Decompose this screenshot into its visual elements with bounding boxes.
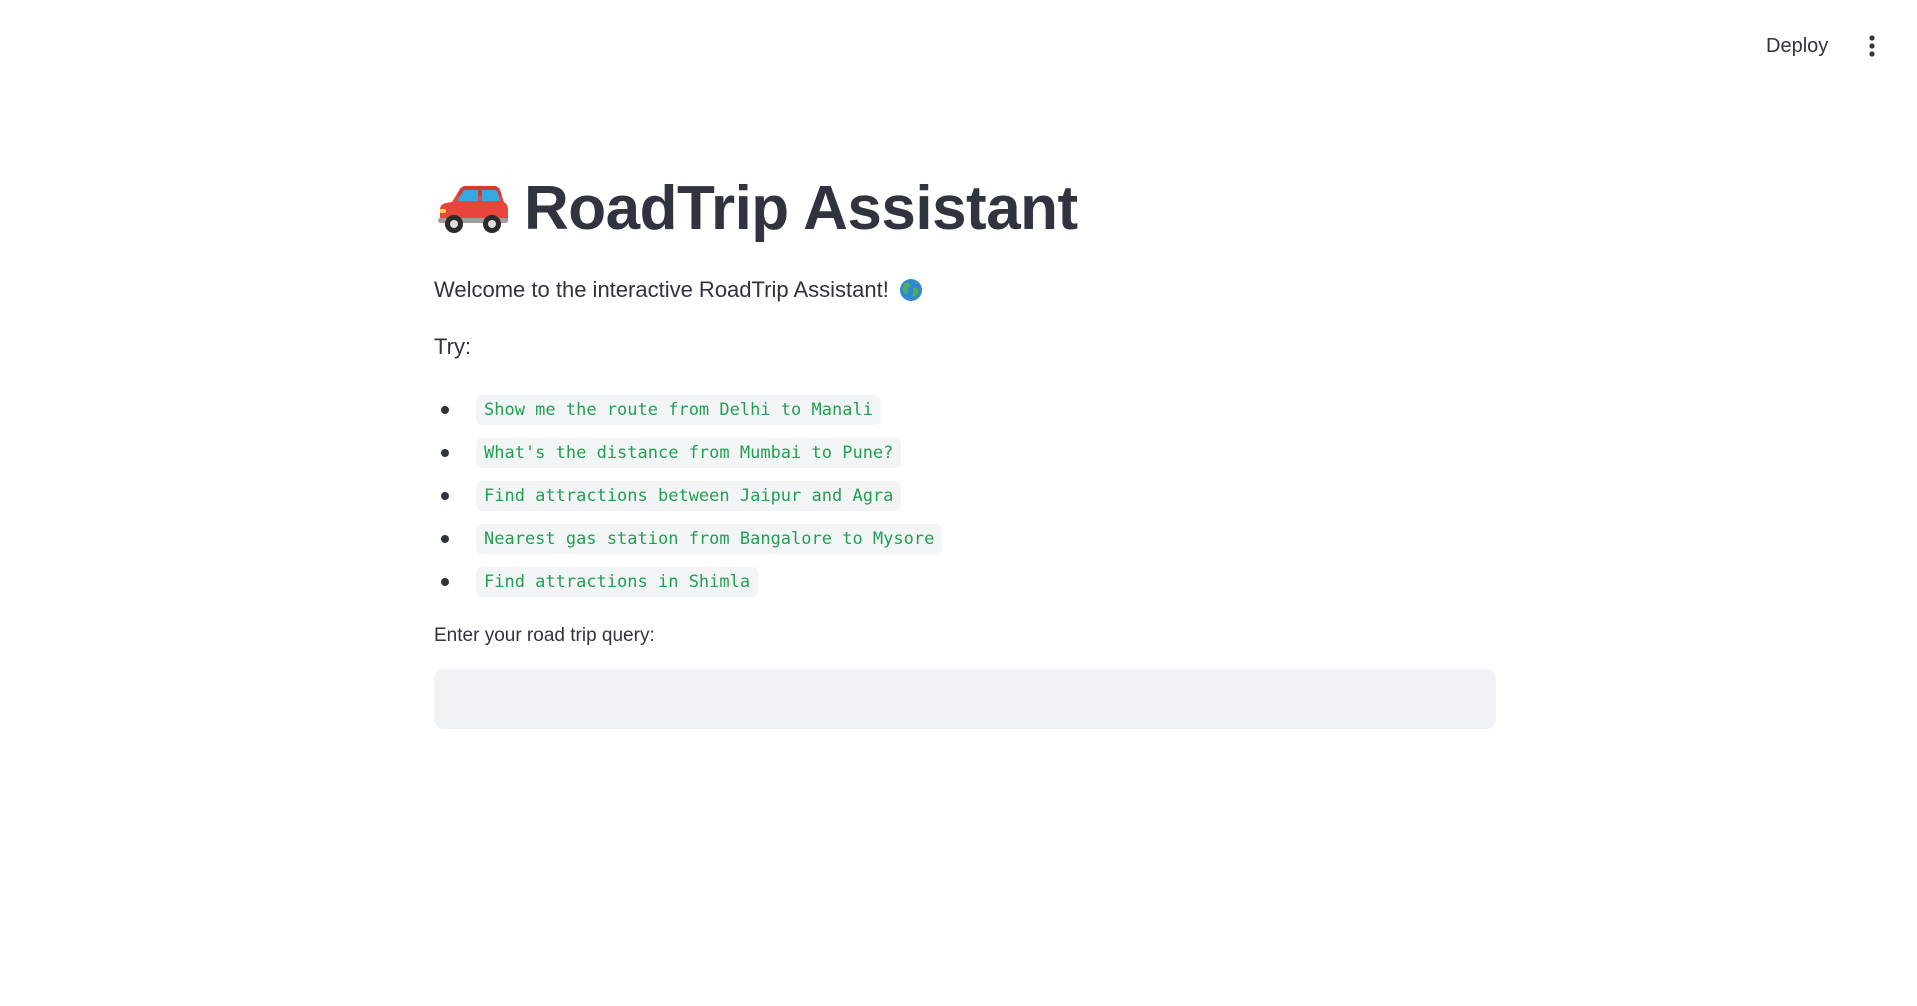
main-content: RoadTrip Assistant Welcome to the intera… [434, 160, 1496, 729]
query-label: Enter your road trip query: [434, 625, 655, 646]
list-item: Find attractions in Shimla [434, 560, 1496, 603]
example-queries-list: Show me the route from Delhi to Manali W… [434, 388, 1496, 603]
example-query: Find attractions between Jaipur and Agra [476, 480, 902, 511]
welcome-text: Welcome to the interactive RoadTrip Assi… [434, 277, 889, 302]
deploy-button[interactable]: Deploy [1752, 26, 1842, 66]
example-query: Show me the route from Delhi to Manali [476, 394, 881, 425]
example-query: Find attractions in Shimla [476, 566, 759, 597]
list-item: Find attractions between Jaipur and Agra [434, 474, 1496, 517]
bullet-icon [441, 491, 449, 500]
example-query: What's the distance from Mumbai to Pune? [476, 437, 902, 468]
list-item: What's the distance from Mumbai to Pune? [434, 431, 1496, 474]
vertical-ellipsis-icon [1869, 35, 1875, 57]
main-menu-button[interactable] [1852, 26, 1892, 66]
page-title: RoadTrip Assistant [524, 173, 1078, 243]
example-query: Nearest gas station from Bangalore to My… [476, 523, 943, 554]
globe-icon [899, 279, 922, 301]
welcome-message: Welcome to the interactive RoadTrip Assi… [434, 272, 1496, 308]
red-car-icon [438, 186, 508, 233]
bullet-icon [441, 577, 449, 586]
bullet-icon [441, 534, 449, 543]
bullet-icon [441, 405, 449, 414]
list-item: Nearest gas station from Bangalore to My… [434, 517, 1496, 560]
bullet-icon [441, 448, 449, 457]
page-title-row: RoadTrip Assistant [434, 160, 1496, 256]
list-item: Show me the route from Delhi to Manali [434, 388, 1496, 431]
try-label: Try: [434, 334, 472, 359]
app-header: Deploy [0, 0, 1917, 90]
query-input[interactable] [434, 669, 1496, 729]
